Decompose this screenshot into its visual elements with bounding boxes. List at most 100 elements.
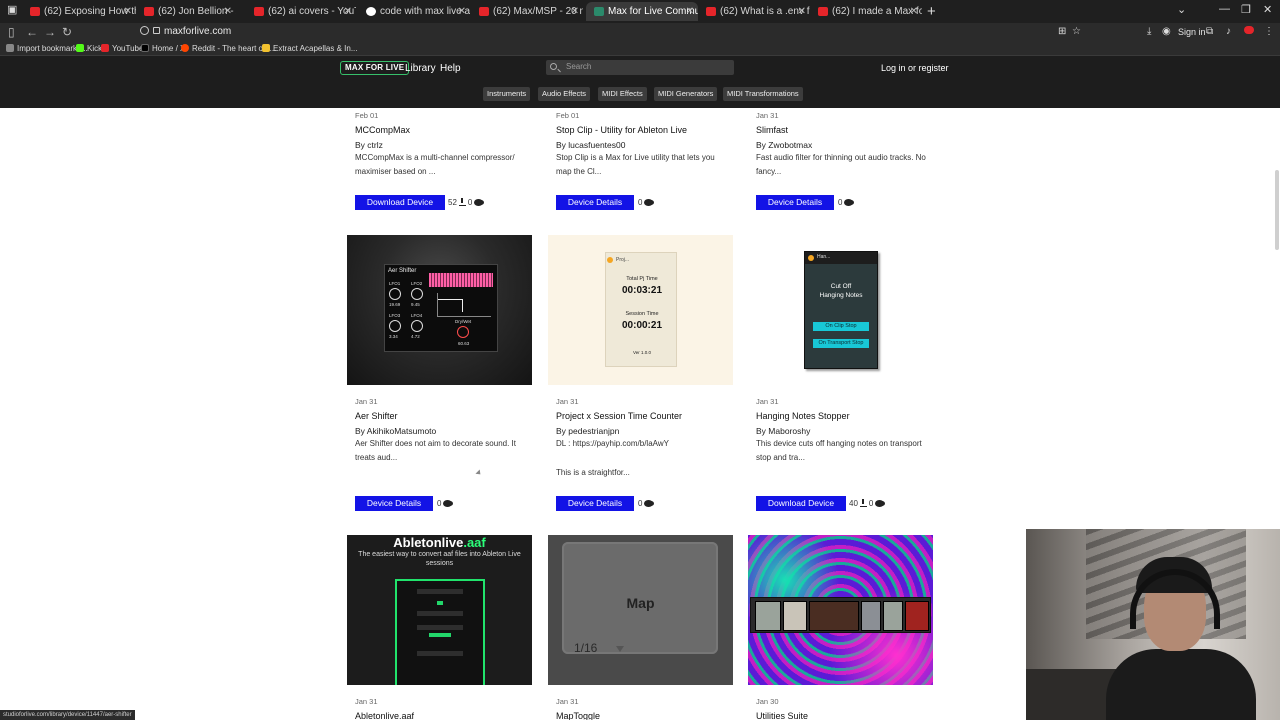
close-tab-icon[interactable]: ✕	[224, 2, 232, 21]
back-icon[interactable]: ←	[26, 25, 38, 40]
category-instruments[interactable]: Instruments	[483, 87, 531, 101]
extensions-icon[interactable]: ⧉	[1206, 26, 1213, 37]
card-title[interactable]: Project x Session Time Counter	[556, 411, 682, 421]
youtube-icon	[101, 44, 109, 52]
close-tab-icon[interactable]: ✕	[910, 2, 918, 21]
tab-menu-icon[interactable]: ▣	[7, 3, 17, 16]
close-tab-icon[interactable]: ✕	[458, 2, 466, 21]
import-icon	[6, 44, 14, 52]
category-audio-effects[interactable]: Audio Effects	[538, 87, 591, 101]
browser-tab[interactable]: (62) What is a .env file? - YouTu✕	[698, 2, 810, 21]
youtube-icon	[144, 7, 154, 16]
device-details-button[interactable]: Device Details	[556, 195, 634, 210]
browser-tab[interactable]: code with max live ableto - Go✕	[358, 2, 470, 21]
device-details-button[interactable]: Device Details	[556, 496, 634, 511]
close-tab-icon[interactable]: ✕	[571, 2, 579, 21]
device-card: Jan 31 Slimfast By Zwobotmax Fast audio …	[748, 108, 933, 220]
device-details-button[interactable]: Device Details	[355, 496, 433, 511]
star-icon[interactable]: ☆	[1072, 26, 1081, 37]
card-title[interactable]: Slimfast	[756, 125, 788, 135]
install-icon[interactable]: ⊞	[1058, 26, 1066, 37]
card-author[interactable]: By ctrlz	[355, 140, 383, 150]
sign-in-button[interactable]: Sign in	[1178, 27, 1206, 37]
card-title[interactable]: Stop Clip - Utility for Ableton Live	[556, 125, 687, 135]
category-midi-effects[interactable]: MIDI Effects	[598, 87, 647, 101]
download-device-button[interactable]: Download Device	[756, 496, 846, 511]
site-info-icon[interactable]	[140, 26, 149, 35]
device-card: Feb 01 Stop Clip - Utility for Ableton L…	[548, 108, 733, 220]
maxforlive-icon	[594, 7, 604, 16]
nav-library[interactable]: Library	[405, 63, 436, 74]
comment-icon	[844, 199, 855, 206]
close-tab-icon[interactable]: ✕	[798, 2, 806, 21]
card-author[interactable]: By AkihikoMatsumoto	[355, 426, 436, 436]
category-midi-generators[interactable]: MIDI Generators	[654, 87, 718, 101]
card-stats: 40 0	[849, 499, 886, 508]
close-tab-icon[interactable]: ✕	[124, 2, 132, 21]
device-thumbnail[interactable]: Map 1/16	[548, 535, 733, 685]
tab-search-icon[interactable]: ⌄	[1177, 3, 1186, 16]
nav-help[interactable]: Help	[440, 63, 461, 74]
knob	[389, 288, 401, 300]
card-author[interactable]: By pedestrianjpn	[556, 426, 619, 436]
browser-tab-active[interactable]: Max for Live Community Resou✕	[586, 2, 698, 21]
card-description[interactable]: DL : https://payhip.com/b/laAwY	[556, 437, 726, 451]
device-card: Jan 30 Utilities Suite	[748, 535, 933, 720]
device-thumbnail[interactable]: Abletonlive.aaf The easiest way to conve…	[347, 535, 532, 685]
card-title[interactable]: MapToggle	[556, 711, 600, 720]
card-date: Jan 31	[556, 697, 579, 706]
device-thumbnail[interactable]	[748, 535, 933, 685]
card-title[interactable]: Utilities Suite	[756, 711, 808, 720]
youtube-icon	[479, 7, 489, 16]
card-title[interactable]: MCCompMax	[355, 125, 410, 135]
login-link[interactable]: Log in or register	[881, 63, 949, 73]
browser-tab[interactable]: (62) Exposing How the US Gov✕	[22, 2, 136, 21]
device-details-button[interactable]: Device Details	[756, 195, 834, 210]
reddit-icon	[181, 44, 189, 52]
new-tab-icon[interactable]: +	[927, 2, 936, 21]
browser-tab[interactable]: (62) ai covers - YouTube✕	[246, 2, 356, 21]
profile-icon[interactable]: ◉	[1162, 26, 1171, 37]
category-midi-transformations[interactable]: MIDI Transformations	[723, 87, 803, 101]
bookmark-item[interactable]: YouTube	[101, 44, 143, 53]
extension-badge-icon[interactable]	[1244, 26, 1254, 34]
menu-icon[interactable]: ⋮	[1264, 26, 1274, 37]
device-thumbnail[interactable]: Proj... Total Pj Time 00:03:21 Session T…	[548, 235, 733, 385]
browser-tab[interactable]: (62) Jon Bellion - All Time L✕	[136, 2, 236, 21]
bookmark-item[interactable]: Kick	[76, 44, 102, 53]
bookmark-item[interactable]: Home / X	[141, 44, 185, 53]
download-device-button[interactable]: Download Device	[355, 195, 445, 210]
card-author[interactable]: By lucasfuentes00	[556, 140, 625, 150]
url-field[interactable]: maxforlive.com	[132, 25, 1092, 40]
device-thumbnail[interactable]: Aer Shifter LFO1 LFO2 19.69 9.45 LFO3 LF…	[347, 235, 532, 385]
close-window-icon[interactable]: ✕	[1263, 3, 1272, 16]
close-tab-icon[interactable]: ✕	[344, 2, 352, 21]
device-thumbnail[interactable]: Han... Cut Off Hanging Notes On Clip Sto…	[748, 235, 933, 385]
youtube-icon	[706, 7, 716, 16]
reload-icon[interactable]: ↻	[62, 25, 72, 40]
search-input[interactable]: Search	[546, 60, 734, 75]
card-author[interactable]: By Maboroshy	[756, 426, 810, 436]
page-scrollbar[interactable]	[1275, 170, 1279, 250]
minimize-icon[interactable]: —	[1219, 3, 1230, 15]
card-title[interactable]: Abletonlive.aaf	[355, 711, 414, 720]
card-title[interactable]: Aer Shifter	[355, 411, 398, 421]
card-date: Jan 31	[556, 397, 579, 406]
device-panel: Aer Shifter LFO1 LFO2 19.69 9.45 LFO3 LF…	[384, 264, 498, 352]
maxforlive-logo[interactable]: MAX FOR LIVE	[340, 61, 410, 75]
download-icon[interactable]: ⤓	[1147, 26, 1151, 37]
sidebar-icon[interactable]: ▯	[8, 25, 15, 40]
comment-icon	[443, 500, 454, 507]
bookmark-item[interactable]: Extract Acapellas & In...	[262, 44, 357, 53]
card-title[interactable]: Hanging Notes Stopper	[756, 411, 850, 421]
device-card: Aer Shifter LFO1 LFO2 19.69 9.45 LFO3 LF…	[347, 235, 532, 520]
close-tab-icon[interactable]: ✕	[686, 2, 694, 21]
browser-tab[interactable]: (62) I made a Max for Live devic✕	[810, 2, 922, 21]
browser-tab[interactable]: (62) Max/MSP - 20 mins of ami✕	[471, 2, 583, 21]
forward-icon[interactable]: →	[44, 25, 56, 40]
card-date: Feb 01	[355, 111, 379, 120]
comment-icon	[474, 199, 485, 206]
volume-icon[interactable]: ♪	[1226, 26, 1231, 37]
card-author[interactable]: By Zwobotmax	[756, 140, 812, 150]
maximize-icon[interactable]: ❐	[1241, 3, 1251, 16]
